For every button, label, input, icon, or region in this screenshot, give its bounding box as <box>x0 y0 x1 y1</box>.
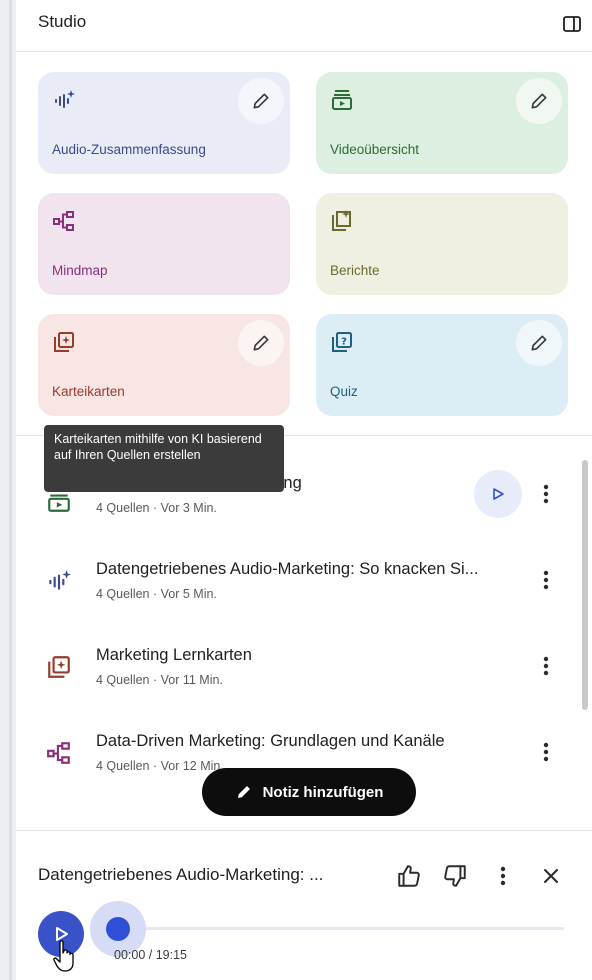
flashcards-icon <box>46 654 72 680</box>
card-flashcards[interactable]: Karteikarten <box>38 314 290 416</box>
edit-quiz-button[interactable] <box>516 320 562 366</box>
progress-knob[interactable] <box>106 917 130 941</box>
audio-sparkle-icon <box>52 88 76 112</box>
add-note-button[interactable]: Notiz hinzufügen <box>202 768 416 816</box>
card-video-overview[interactable]: Videoübersicht <box>316 72 568 174</box>
pencil-icon <box>531 93 547 109</box>
card-quiz[interactable]: ? Quiz <box>316 314 568 416</box>
pencil-icon <box>531 335 547 351</box>
more-vert-icon[interactable] <box>534 740 558 764</box>
mindmap-icon <box>52 209 76 233</box>
card-mindmap[interactable]: Mindmap <box>38 193 290 295</box>
more-vert-icon[interactable] <box>534 482 558 506</box>
edit-video-button[interactable] <box>516 78 562 124</box>
resize-handle[interactable] <box>9 0 12 980</box>
card-audio-summary[interactable]: Audio-Zusammenfassung <box>38 72 290 174</box>
item-meta: 4 Quellen · Vor 3 Min. <box>96 501 217 515</box>
playback-time: 00:00 / 19:15 <box>114 948 187 962</box>
panel-toggle-icon[interactable] <box>560 12 584 36</box>
list-item[interactable]: Datengetriebenes Audio-Marketing: So kna… <box>16 538 592 624</box>
report-icon <box>330 209 354 233</box>
panel-title: Studio <box>38 12 87 31</box>
item-title: Data-Driven Marketing: Grundlagen und Ka… <box>96 732 445 750</box>
flashcards-icon <box>52 330 76 354</box>
quiz-icon: ? <box>330 330 354 354</box>
card-reports[interactable]: Berichte <box>316 193 568 295</box>
video-overview-icon <box>330 88 354 112</box>
more-vert-icon[interactable] <box>488 861 518 891</box>
audio-player: Datengetriebenes Audio-Marketing: ... 00… <box>16 830 592 980</box>
progress-track[interactable] <box>108 927 564 930</box>
mindmap-icon <box>46 740 72 766</box>
card-label: Audio-Zusammenfassung <box>52 142 206 157</box>
thumbs-down-icon[interactable] <box>440 861 470 891</box>
card-label: Karteikarten <box>52 384 125 399</box>
studio-panel: Studio Audio-Zusammenfassung Videoübersi… <box>16 0 592 980</box>
hand-cursor-icon <box>52 939 78 973</box>
list-scrollbar[interactable] <box>582 460 588 710</box>
flashcards-tooltip: Karteikarten mithilfe von KI basierend a… <box>44 425 284 492</box>
edit-flashcards-button[interactable] <box>238 320 284 366</box>
pencil-icon <box>237 786 250 798</box>
list-item[interactable]: Marketing Lernkarten 4 Quellen · Vor 11 … <box>16 624 592 710</box>
item-meta: 4 Quellen · Vor 12 Min. <box>96 759 224 773</box>
pencil-icon <box>253 93 269 109</box>
play-item-button[interactable] <box>474 470 522 518</box>
studio-header: Studio <box>16 0 592 52</box>
player-title: Datengetriebenes Audio-Marketing: ... <box>38 865 324 884</box>
more-vert-icon[interactable] <box>534 654 558 678</box>
card-label: Quiz <box>330 384 358 399</box>
item-title: Datengetriebenes Audio-Marketing: So kna… <box>96 560 479 578</box>
play-icon <box>493 488 504 500</box>
card-label: Mindmap <box>52 263 108 278</box>
left-panel-edge <box>0 0 16 980</box>
item-meta: 4 Quellen · Vor 5 Min. <box>96 587 217 601</box>
thumbs-up-icon[interactable] <box>394 861 424 891</box>
card-label: Berichte <box>330 263 380 278</box>
close-icon[interactable] <box>536 861 566 891</box>
item-meta: 4 Quellen · Vor 11 Min. <box>96 673 223 687</box>
item-title: Marketing Lernkarten <box>96 646 252 664</box>
edit-audio-button[interactable] <box>238 78 284 124</box>
add-note-label: Notiz hinzufügen <box>262 783 384 801</box>
more-vert-icon[interactable] <box>534 568 558 592</box>
card-label: Videoübersicht <box>330 142 420 157</box>
pencil-icon <box>253 335 269 351</box>
audio-sparkle-icon <box>46 568 72 594</box>
svg-text:?: ? <box>341 337 347 348</box>
